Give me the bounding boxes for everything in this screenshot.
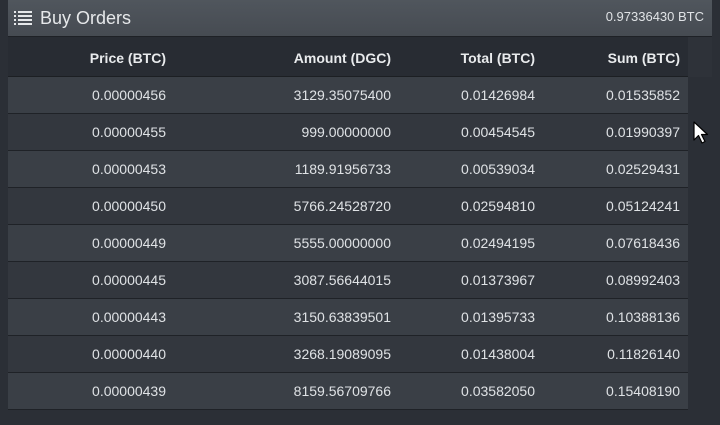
panel-title: Buy Orders: [40, 8, 132, 28]
cell-sum: 0.10388136: [606, 309, 680, 325]
table-row[interactable]: 0.00000450 5766.24528720 0.02594810 0.05…: [8, 188, 688, 225]
cell-sum: 0.02529431: [606, 161, 680, 177]
table-row[interactable]: 0.00000449 5555.00000000 0.02494195 0.07…: [8, 225, 688, 262]
cell-sum: 0.01535852: [606, 87, 680, 103]
cell-sum: 0.08992403: [606, 272, 680, 288]
column-header-sum[interactable]: Sum (BTC): [8, 50, 680, 66]
table-row[interactable]: 0.00000453 1189.91956733 0.00539034 0.02…: [8, 151, 688, 188]
cell-sum: 0.05124241: [606, 198, 680, 214]
table-body: 0.00000456 3129.35075400 0.01426984 0.01…: [8, 77, 688, 415]
table-row[interactable]: 0.00000439 8159.56709766 0.03582050 0.15…: [8, 373, 688, 410]
cell-sum: 0.15408190: [606, 383, 680, 399]
mouse-pointer-icon: [693, 121, 709, 144]
scrollbar-cap: [688, 37, 712, 77]
orders-table: Price (BTC) Amount (DGC) Total (BTC) Sum…: [8, 37, 712, 415]
list-icon: [14, 11, 32, 25]
table-row[interactable]: 0.00000443 3150.63839501 0.01395733 0.10…: [8, 299, 688, 336]
buy-orders-total: 0.97336430 BTC: [605, 9, 704, 24]
cell-sum: 0.07618436: [606, 235, 680, 251]
cell-sum: 0.11826140: [607, 346, 680, 362]
panel-header: Buy Orders 0.97336430 BTC: [8, 0, 712, 37]
table-row[interactable]: 0.00000456 3129.35075400 0.01426984 0.01…: [8, 77, 688, 114]
buy-orders-panel: Buy Orders 0.97336430 BTC Price (BTC) Am…: [0, 0, 720, 425]
cell-sum: 0.01990397: [606, 124, 680, 140]
table-row[interactable]: 0.00000440 3268.19089095 0.01438004 0.11…: [8, 336, 688, 373]
table-row[interactable]: 0.00000455 999.00000000 0.00454545 0.019…: [8, 114, 688, 151]
table-row[interactable]: 0.00000445 3087.56644015 0.01373967 0.08…: [8, 262, 688, 299]
table-header: Price (BTC) Amount (DGC) Total (BTC) Sum…: [8, 37, 688, 77]
